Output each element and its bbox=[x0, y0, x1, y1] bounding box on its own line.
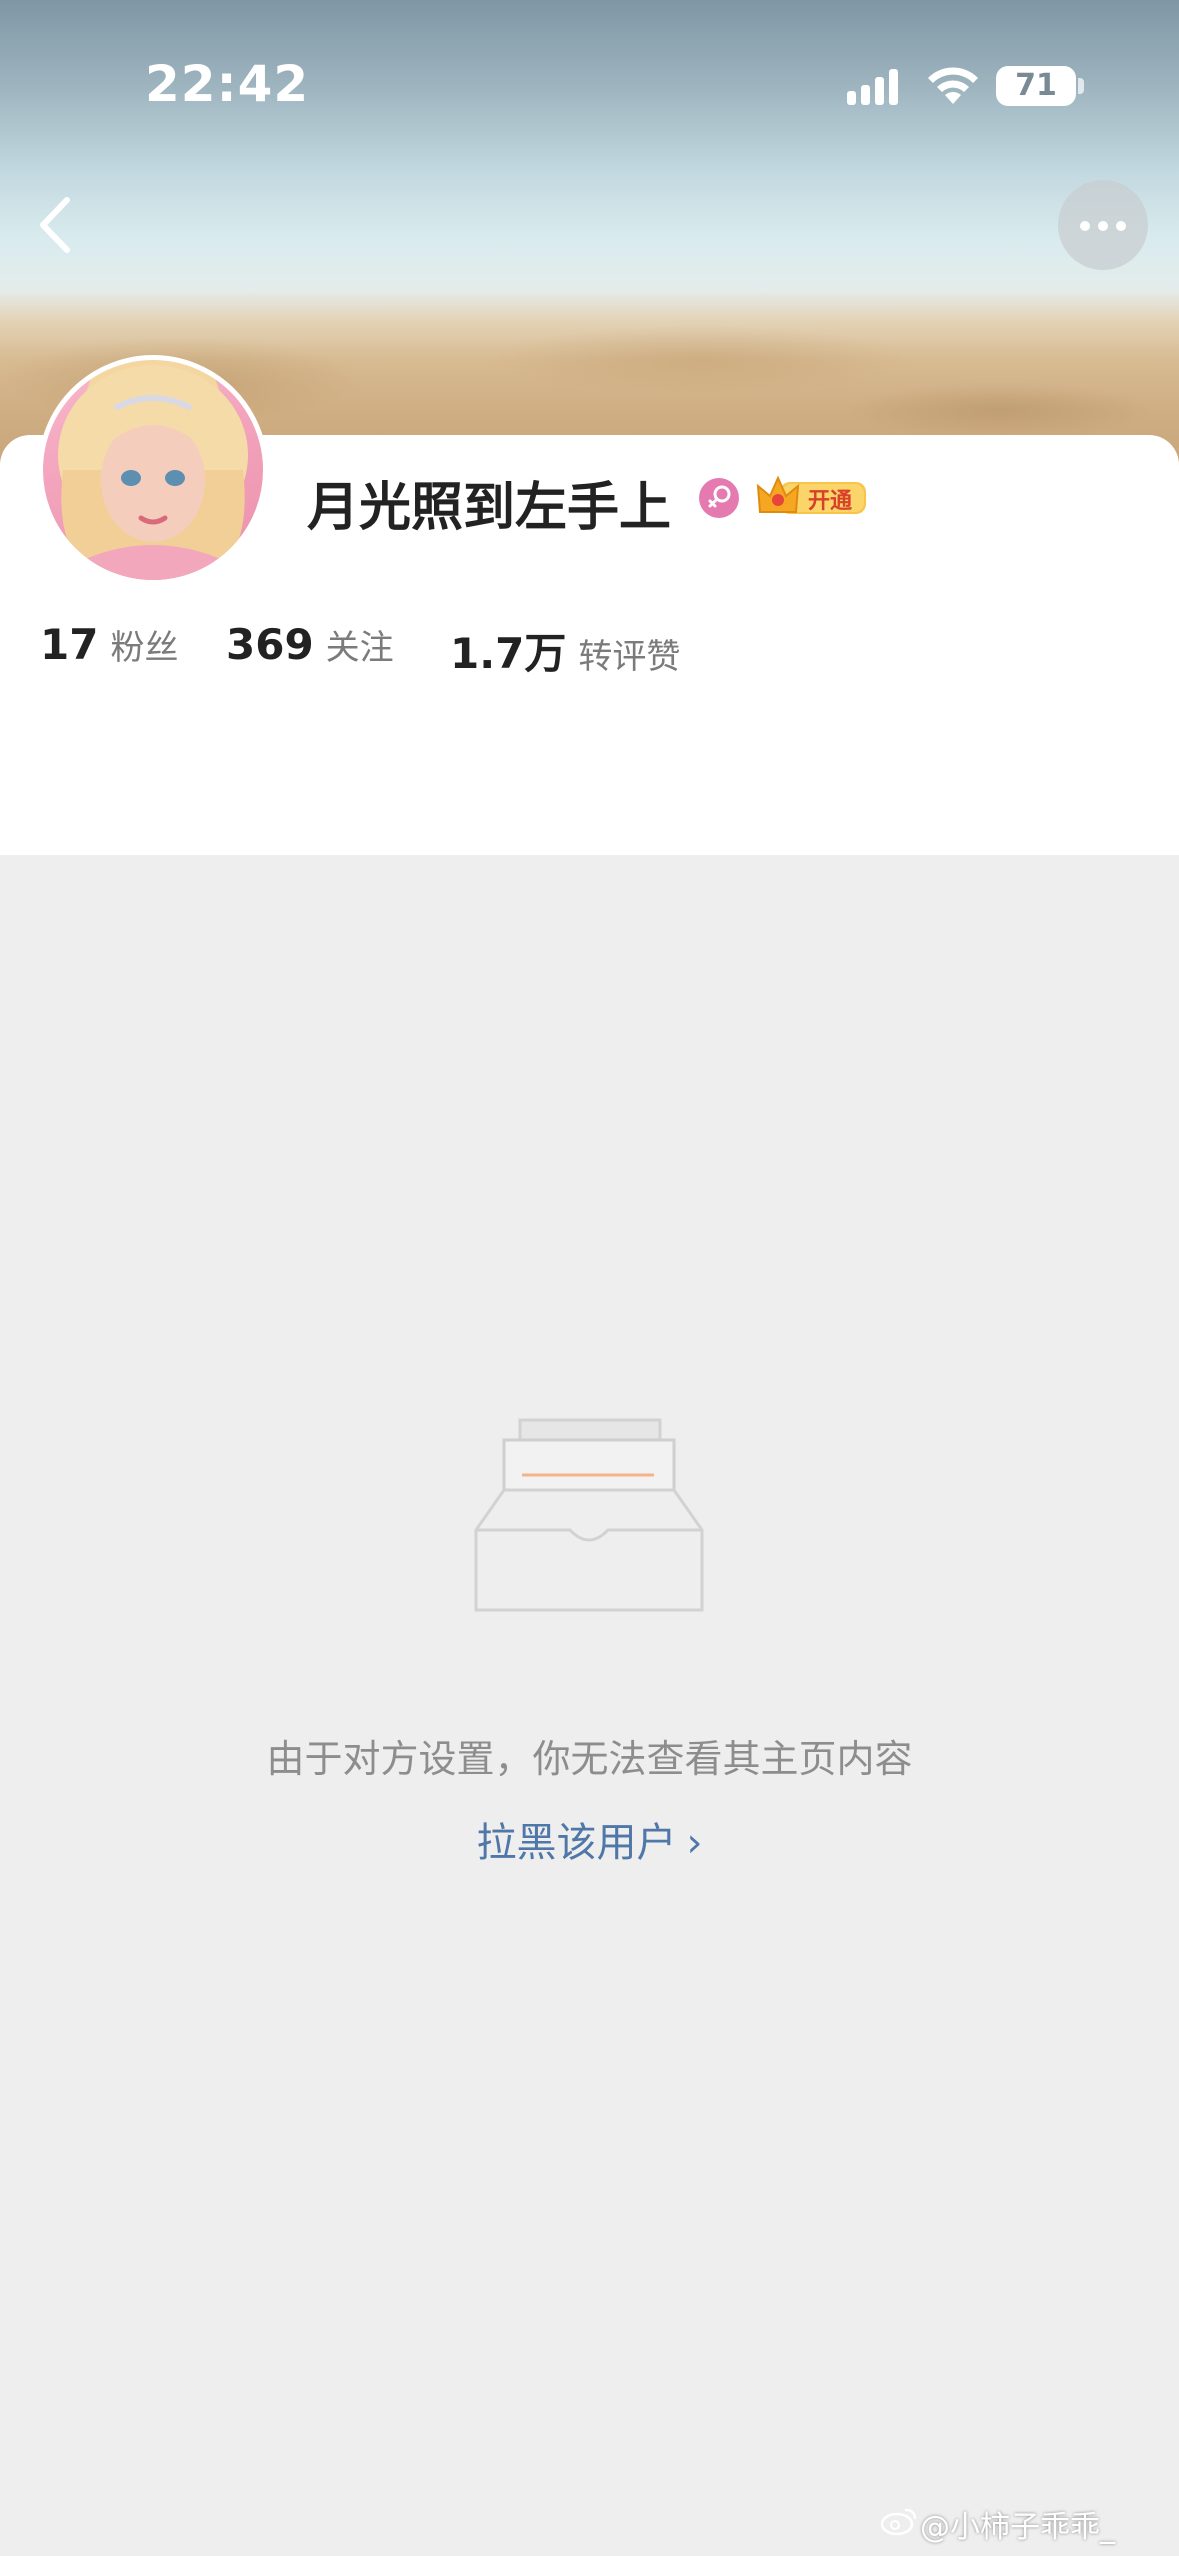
wifi-icon bbox=[928, 67, 978, 104]
battery-level: 71 bbox=[1015, 68, 1057, 103]
chevron-right-icon: › bbox=[686, 1820, 703, 1866]
avatar-image bbox=[58, 365, 248, 580]
stat-number: 369 bbox=[226, 620, 314, 669]
vip-badge[interactable]: 开通 bbox=[756, 474, 868, 520]
signal-icon bbox=[847, 69, 898, 105]
back-button[interactable] bbox=[25, 180, 105, 270]
battery-tip bbox=[1078, 78, 1084, 94]
more-dot bbox=[1098, 221, 1108, 231]
chevron-left-icon bbox=[40, 197, 70, 253]
stat-label: 转评赞 bbox=[578, 637, 681, 677]
empty-message: 由于对方设置，你无法查看其主页内容 bbox=[266, 1737, 913, 1781]
more-dots-icon bbox=[1080, 221, 1090, 231]
stat-number: 1.7万 bbox=[450, 629, 567, 678]
status-time: 22:42 bbox=[145, 55, 310, 113]
female-icon bbox=[699, 478, 739, 518]
status-bar: 22:42 71 bbox=[0, 0, 1179, 170]
more-button[interactable] bbox=[1058, 180, 1148, 270]
block-user-link[interactable]: 拉黑该用户 › bbox=[0, 1810, 1179, 1868]
empty-box-icon bbox=[474, 1418, 704, 1612]
battery-icon: 71 bbox=[996, 66, 1076, 106]
stat-followers[interactable]: 17 粉丝 bbox=[40, 620, 178, 669]
watermark-text: @小柿子乖乖_ bbox=[920, 2510, 1115, 2545]
more-dot bbox=[1116, 221, 1126, 231]
username: 月光照到左手上 bbox=[307, 478, 672, 538]
stat-following[interactable]: 369 关注 bbox=[226, 620, 394, 669]
avatar[interactable] bbox=[38, 355, 268, 585]
watermark: @小柿子乖乖_ bbox=[880, 2502, 1115, 2546]
vip-label: 开通 bbox=[808, 489, 853, 514]
stat-label: 粉丝 bbox=[110, 628, 179, 668]
weibo-icon bbox=[880, 2508, 917, 2536]
block-user-label: 拉黑该用户 bbox=[476, 1820, 677, 1866]
stat-label: 关注 bbox=[325, 628, 394, 668]
stat-interactions[interactable]: 1.7万 转评赞 bbox=[450, 620, 680, 681]
stat-number: 17 bbox=[40, 620, 99, 669]
